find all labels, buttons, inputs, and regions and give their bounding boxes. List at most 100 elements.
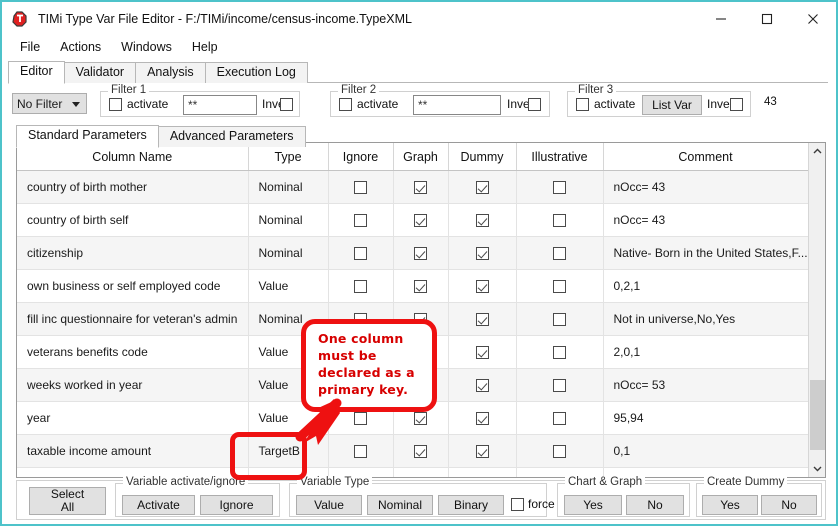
cell-dummy[interactable] xyxy=(448,204,516,237)
force-checkbox[interactable] xyxy=(511,498,524,511)
cell-illustrative[interactable] xyxy=(516,204,603,237)
subtab-standard-parameters[interactable]: Standard Parameters xyxy=(16,125,159,148)
col-header-type[interactable]: Type xyxy=(248,143,328,171)
binary-button[interactable]: Binary xyxy=(438,495,504,515)
chevron-down-icon[interactable] xyxy=(809,460,826,477)
dummy-checkbox[interactable] xyxy=(476,247,489,260)
ignore-button[interactable]: Ignore xyxy=(200,495,273,515)
illustrative-checkbox[interactable] xyxy=(553,313,566,326)
filter-mode-select[interactable]: No Filter xyxy=(12,93,87,114)
illustrative-checkbox[interactable] xyxy=(553,280,566,293)
cell-dummy[interactable] xyxy=(448,270,516,303)
dummy-checkbox[interactable] xyxy=(476,379,489,392)
menu-item-help[interactable]: Help xyxy=(182,38,228,56)
chart-graph-no-button[interactable]: No xyxy=(626,495,684,515)
maximize-icon[interactable] xyxy=(744,2,790,36)
cell-illustrative[interactable] xyxy=(516,303,603,336)
cell-dummy[interactable] xyxy=(448,336,516,369)
filter-1-input[interactable]: ** xyxy=(183,95,257,115)
scrollbar-thumb[interactable] xyxy=(810,380,825,450)
cell-graph[interactable] xyxy=(393,171,448,204)
value-button[interactable]: Value xyxy=(296,495,362,515)
tab-validator[interactable]: Validator xyxy=(64,62,136,83)
tab-analysis[interactable]: Analysis xyxy=(135,62,206,83)
cell-ignore[interactable] xyxy=(328,270,393,303)
dummy-checkbox[interactable] xyxy=(476,181,489,194)
col-header-comment[interactable]: Comment xyxy=(603,143,808,171)
filter-2-activate-checkbox[interactable] xyxy=(339,98,352,111)
illustrative-checkbox[interactable] xyxy=(553,412,566,425)
dummy-checkbox[interactable] xyxy=(476,445,489,458)
col-header-dummy[interactable]: Dummy xyxy=(448,143,516,171)
ignore-checkbox[interactable] xyxy=(354,214,367,227)
dummy-checkbox[interactable] xyxy=(476,313,489,326)
graph-checkbox[interactable] xyxy=(414,247,427,260)
col-header-illustrative[interactable]: Illustrative xyxy=(516,143,603,171)
cell-illustrative[interactable] xyxy=(516,402,603,435)
illustrative-checkbox[interactable] xyxy=(553,247,566,260)
menu-item-windows[interactable]: Windows xyxy=(111,38,182,56)
chevron-up-icon[interactable] xyxy=(809,143,825,160)
nominal-button[interactable]: Nominal xyxy=(367,495,433,515)
cell-dummy[interactable] xyxy=(448,435,516,468)
menu-item-actions[interactable]: Actions xyxy=(50,38,111,56)
graph-checkbox[interactable] xyxy=(414,214,427,227)
ignore-checkbox[interactable] xyxy=(354,280,367,293)
table-row[interactable]: taxable income amount TargetB 0,1 xyxy=(17,435,808,468)
table-row[interactable]: own business or self employed code Value… xyxy=(17,270,808,303)
illustrative-checkbox[interactable] xyxy=(553,445,566,458)
menu-item-file[interactable]: File xyxy=(10,38,50,56)
cell-dummy[interactable] xyxy=(448,402,516,435)
activate-button[interactable]: Activate xyxy=(122,495,195,515)
cell-graph[interactable] xyxy=(393,270,448,303)
cell-graph[interactable] xyxy=(393,204,448,237)
filter-2-invert-checkbox[interactable] xyxy=(528,98,541,111)
cell-ignore[interactable] xyxy=(328,171,393,204)
col-header-graph[interactable]: Graph xyxy=(393,143,448,171)
filter-3-invert-checkbox[interactable] xyxy=(730,98,743,111)
cell-illustrative[interactable] xyxy=(516,369,603,402)
filter-2-input[interactable]: ** xyxy=(413,95,501,115)
graph-checkbox[interactable] xyxy=(414,181,427,194)
cell-illustrative[interactable] xyxy=(516,270,603,303)
filter-3-list-var-button[interactable]: List Var xyxy=(642,95,702,115)
dummy-checkbox[interactable] xyxy=(476,412,489,425)
dummy-checkbox[interactable] xyxy=(476,214,489,227)
cell-illustrative[interactable] xyxy=(516,237,603,270)
cell-dummy[interactable] xyxy=(448,468,516,479)
minimize-icon[interactable] xyxy=(698,2,744,36)
graph-checkbox[interactable] xyxy=(414,445,427,458)
cell-illustrative[interactable] xyxy=(516,435,603,468)
ignore-checkbox[interactable] xyxy=(354,181,367,194)
cell-dummy[interactable] xyxy=(448,171,516,204)
cell-ignore[interactable] xyxy=(328,204,393,237)
dummy-checkbox[interactable] xyxy=(476,346,489,359)
cell-dummy[interactable] xyxy=(448,237,516,270)
filter-3-activate-checkbox[interactable] xyxy=(576,98,589,111)
create-dummy-no-button[interactable]: No xyxy=(761,495,817,515)
ignore-checkbox[interactable] xyxy=(354,412,367,425)
select-all-button[interactable]: Select All xyxy=(29,487,106,515)
cell-dummy[interactable] xyxy=(448,303,516,336)
cell-illustrative[interactable] xyxy=(516,171,603,204)
col-header-ignore[interactable]: Ignore xyxy=(328,143,393,171)
cell-illustrative[interactable] xyxy=(516,336,603,369)
ignore-checkbox[interactable] xyxy=(354,247,367,260)
graph-checkbox[interactable] xyxy=(414,280,427,293)
illustrative-checkbox[interactable] xyxy=(553,214,566,227)
cell-graph[interactable] xyxy=(393,435,448,468)
cell-dummy[interactable] xyxy=(448,369,516,402)
illustrative-checkbox[interactable] xyxy=(553,181,566,194)
close-icon[interactable] xyxy=(790,2,836,36)
create-dummy-yes-button[interactable]: Yes xyxy=(702,495,758,515)
filter-1-invert-checkbox[interactable] xyxy=(280,98,293,111)
graph-checkbox[interactable] xyxy=(414,412,427,425)
cell-graph[interactable] xyxy=(393,468,448,479)
table-vertical-scrollbar[interactable] xyxy=(808,143,825,477)
filter-1-activate-checkbox[interactable] xyxy=(109,98,122,111)
tab-execution-log[interactable]: Execution Log xyxy=(205,62,308,83)
illustrative-checkbox[interactable] xyxy=(553,379,566,392)
cell-ignore[interactable] xyxy=(328,237,393,270)
chart-graph-yes-button[interactable]: Yes xyxy=(564,495,622,515)
table-row[interactable]: country of birth self Nominal nOcc= 43 xyxy=(17,204,808,237)
